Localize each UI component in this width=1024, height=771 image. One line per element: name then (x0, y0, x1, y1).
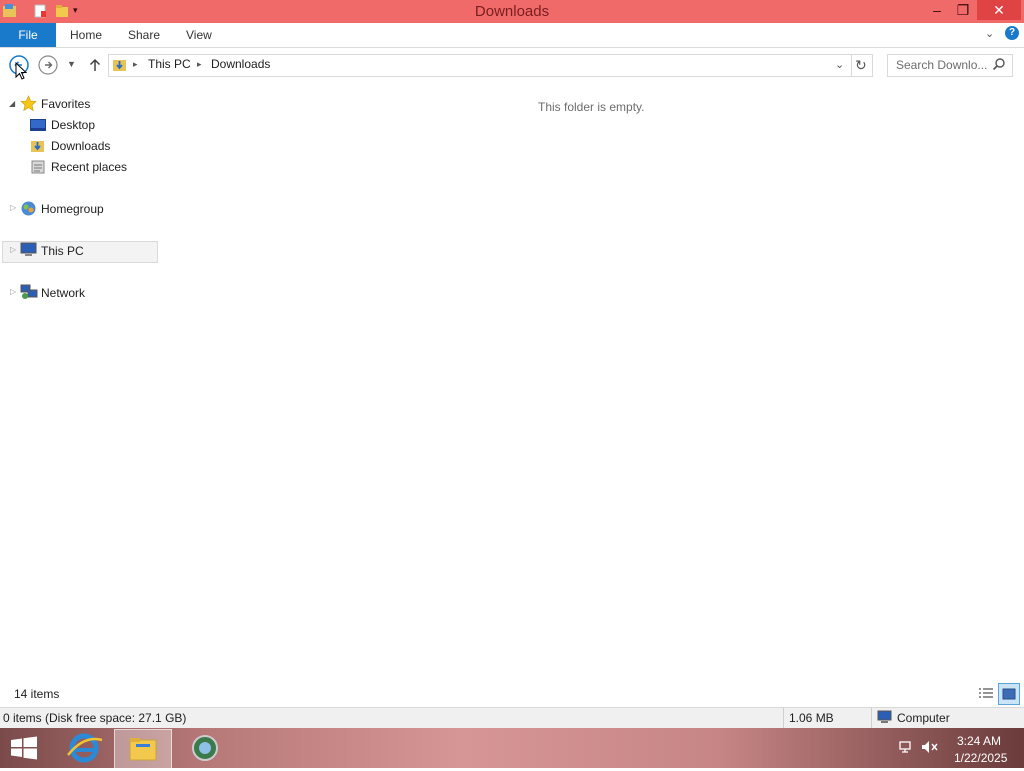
location-zone: Computer (897, 711, 950, 725)
disk-free-space: 0 items (Disk free space: 27.1 GB) (3, 711, 187, 725)
nav-downloads[interactable]: Downloads (51, 139, 110, 153)
favorites-star-icon (20, 95, 37, 115)
expand-ribbon-icon[interactable]: ⌄ (985, 27, 994, 40)
details-view-icon[interactable] (977, 685, 995, 702)
breadcrumb-this-pc[interactable]: This PC (148, 57, 191, 71)
expand-arrow-icon[interactable]: ▷ (10, 245, 16, 254)
nav-desktop[interactable]: Desktop (51, 118, 95, 132)
address-bar[interactable]: ▸ This PC ▸ Downloads ⌄ (108, 54, 852, 77)
clock-date[interactable]: 1/22/2025 (954, 751, 1007, 765)
breadcrumb-downloads[interactable]: Downloads (211, 57, 270, 71)
selection-size: 1.06 MB (789, 711, 834, 725)
breadcrumb-separator-icon[interactable]: ▸ (197, 59, 202, 70)
clock-time[interactable]: 3:24 AM (957, 734, 1001, 748)
downloads-folder-icon (112, 57, 128, 76)
close-button[interactable]: ✕ (977, 0, 1021, 20)
volume-muted-icon[interactable] (921, 740, 939, 757)
nav-recent-places[interactable]: Recent places (51, 160, 127, 174)
address-dropdown-icon[interactable]: ⌄ (835, 58, 844, 71)
refresh-icon: ↻ (855, 57, 867, 73)
window-title: Downloads (474, 3, 550, 20)
network-tray-icon[interactable] (899, 740, 915, 757)
computer-status-icon (877, 710, 893, 727)
nav-favorites[interactable]: Favorites (41, 97, 90, 111)
taskbar-network-app[interactable] (176, 729, 232, 767)
nav-this-pc[interactable]: This PC (41, 244, 84, 258)
help-icon[interactable]: ? (1005, 26, 1019, 40)
refresh-button[interactable]: ↻ (850, 54, 873, 77)
search-placeholder: Search Downlo... (896, 58, 988, 72)
downloads-icon (30, 138, 46, 157)
tab-share[interactable]: Share (128, 23, 160, 47)
desktop-icon (30, 118, 46, 135)
mouse-cursor-icon (15, 61, 28, 84)
tab-file[interactable]: File (0, 23, 56, 47)
items-count: 14 items (14, 687, 60, 701)
up-button[interactable] (86, 55, 106, 75)
nav-network[interactable]: Network (41, 286, 85, 300)
recent-places-icon (30, 159, 46, 178)
large-icons-view-icon[interactable] (998, 683, 1020, 705)
status-divider (871, 707, 872, 728)
start-button[interactable] (10, 736, 38, 763)
collapse-arrow-icon[interactable]: ◢ (9, 99, 15, 108)
minimize-button[interactable]: – (924, 0, 950, 20)
forward-button[interactable] (38, 55, 58, 75)
tab-view[interactable]: View (186, 23, 212, 47)
tab-home[interactable]: Home (70, 23, 102, 47)
breadcrumb-separator-icon[interactable]: ▸ (133, 59, 138, 70)
network-icon (20, 284, 38, 303)
expand-arrow-icon[interactable]: ▷ (10, 203, 16, 212)
restore-button[interactable]: ❐ (950, 0, 976, 20)
expand-arrow-icon[interactable]: ▷ (10, 287, 16, 296)
taskbar-internet-explorer[interactable] (56, 729, 112, 767)
nav-homegroup[interactable]: Homegroup (41, 202, 104, 216)
empty-folder-message: This folder is empty. (538, 100, 645, 114)
homegroup-icon (20, 200, 37, 220)
computer-icon (20, 242, 38, 261)
status-divider (783, 707, 784, 728)
recent-locations-icon[interactable]: ▼ (67, 59, 76, 69)
taskbar-file-explorer[interactable] (114, 729, 172, 769)
search-icon[interactable] (992, 57, 1006, 74)
search-input[interactable]: Search Downlo... (887, 54, 1013, 77)
